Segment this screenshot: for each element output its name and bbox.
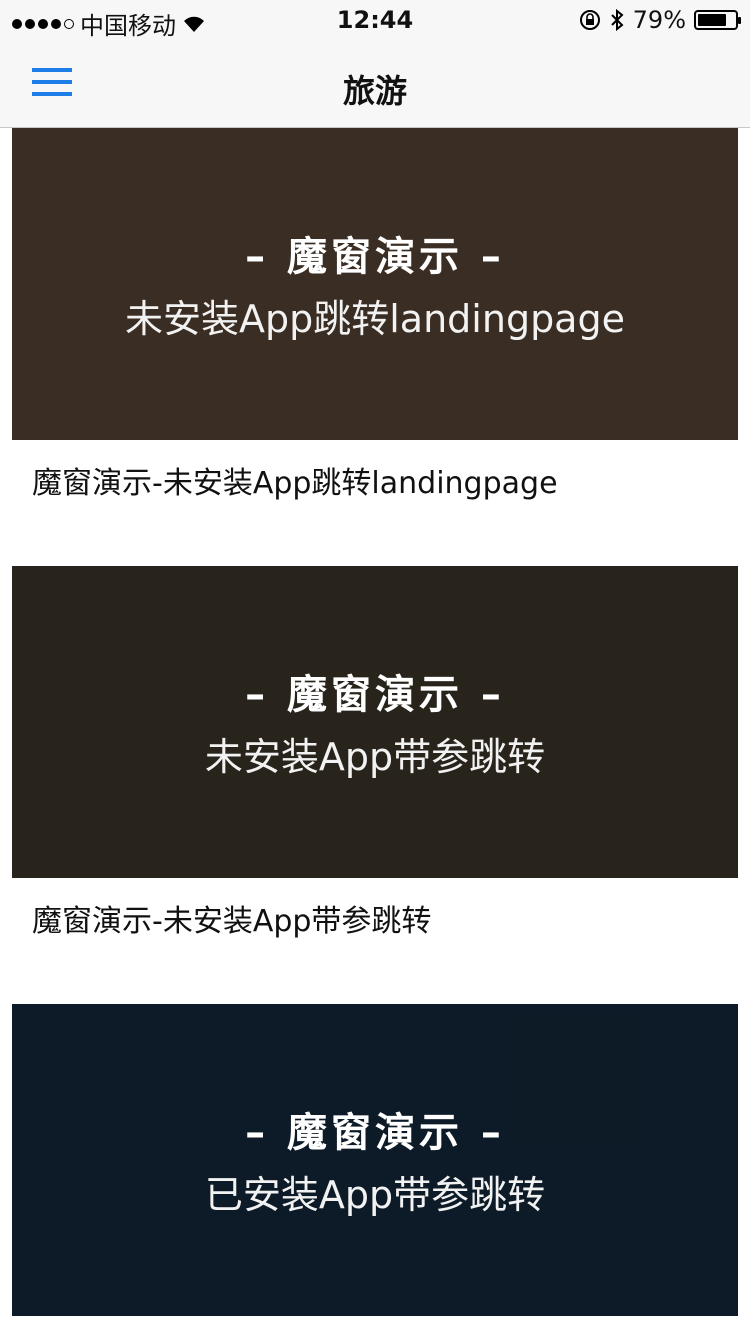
- banner-headline: – 魔窗演示 –: [245, 672, 505, 718]
- navigation-bar: 旅游: [0, 40, 750, 128]
- battery-percent: 79%: [632, 6, 686, 34]
- banner-subtitle: 未安装App跳转landingpage: [125, 297, 625, 341]
- orientation-lock-icon: [579, 10, 600, 30]
- banner-headline: – 魔窗演示 –: [245, 1110, 505, 1156]
- banner-subtitle: 已安装App带参跳转: [204, 1173, 546, 1217]
- banner-image[interactable]: – 魔窗演示 – 未安装App跳转landingpage: [12, 128, 738, 440]
- status-bar: 中国移动 12:44 79%: [0, 0, 750, 40]
- page-title: 旅游: [342, 72, 407, 110]
- banner-headline: – 魔窗演示 –: [245, 234, 505, 280]
- banner-image[interactable]: – 魔窗演示 – 未安装App带参跳转: [12, 566, 738, 878]
- item-caption[interactable]: 魔窗演示-未安装App带参跳转: [32, 896, 431, 940]
- battery-icon: [694, 10, 741, 30]
- banner-image[interactable]: – 魔窗演示 – 已安装App带参跳转: [12, 1004, 738, 1316]
- item-caption[interactable]: 魔窗演示-未安装App跳转landingpage: [32, 458, 558, 502]
- banner-subtitle: 未安装App带参跳转: [204, 735, 546, 779]
- bluetooth-icon: [610, 8, 624, 32]
- status-right: 79%: [579, 6, 741, 34]
